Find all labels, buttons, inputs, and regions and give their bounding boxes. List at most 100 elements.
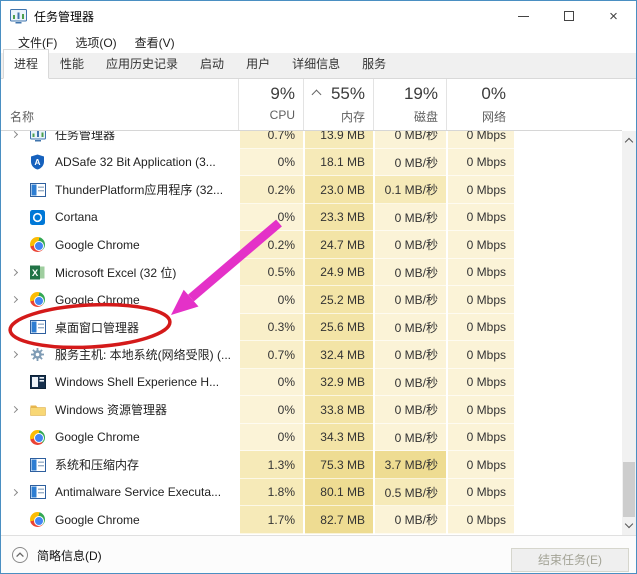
column-header-network[interactable]: 0% 网络 — [446, 79, 514, 130]
expand-chevron-icon[interactable] — [6, 352, 22, 357]
tab-details[interactable]: 详细信息 — [281, 49, 351, 79]
scroll-down-button[interactable] — [622, 518, 636, 533]
process-name-cell: Google Chrome — [1, 506, 238, 534]
tab-performance[interactable]: 性能 — [49, 49, 95, 79]
network-cell: 0 Mbps — [446, 231, 514, 259]
process-name-cell: Windows Shell Experience H... — [1, 369, 238, 397]
process-name: Windows Shell Experience H... — [55, 375, 219, 389]
shield-icon: A — [29, 154, 46, 171]
process-name: Antimalware Service Executa... — [55, 485, 221, 499]
process-row[interactable]: Cortana 0% 23.3 MB 0 MB/秒 0 Mbps — [1, 204, 622, 232]
cpu-cell: 0.2% — [238, 176, 303, 204]
process-row[interactable]: X Microsoft Excel (32 位) 0.5% 24.9 MB 0 … — [1, 259, 622, 287]
column-header-cpu[interactable]: 9% CPU — [238, 79, 303, 130]
process-row-highlighted[interactable]: 桌面窗口管理器 0.3% 25.6 MB 0 MB/秒 0 Mbps — [1, 314, 622, 342]
expand-chevron-icon[interactable] — [6, 297, 22, 302]
process-name-cell: Google Chrome — [1, 424, 238, 452]
expand-chevron-icon[interactable] — [6, 132, 22, 137]
process-row[interactable]: 任务管理器 0.7% 13.9 MB 0 MB/秒 0 Mbps — [1, 131, 622, 149]
process-row[interactable]: ThunderPlatform应用程序 (32... 0.2% 23.0 MB … — [1, 176, 622, 204]
maximize-button[interactable] — [546, 1, 591, 31]
tab-app-history[interactable]: 应用历史记录 — [95, 49, 189, 79]
disk-cell: 3.7 MB/秒 — [373, 451, 446, 479]
tab-processes[interactable]: 进程 — [3, 49, 49, 79]
tab-startup[interactable]: 启动 — [189, 49, 235, 79]
network-cell: 0 Mbps — [446, 424, 514, 452]
process-list: 任务管理器 0.7% 13.9 MB 0 MB/秒 0 Mbps A ADSaf… — [1, 131, 622, 535]
column-header-name[interactable]: 名称 — [1, 79, 238, 130]
expand-chevron-icon[interactable] — [6, 490, 22, 495]
process-row[interactable]: Windows Shell Experience H... 0% 32.9 MB… — [1, 369, 622, 397]
memory-cell: 34.3 MB — [303, 424, 373, 452]
process-row[interactable]: Google Chrome 0% 34.3 MB 0 MB/秒 0 Mbps — [1, 424, 622, 452]
process-name: Google Chrome — [55, 430, 140, 444]
disk-cell: 0.5 MB/秒 — [373, 479, 446, 507]
column-header-memory[interactable]: 55% 内存 — [303, 79, 373, 130]
network-cell: 0 Mbps — [446, 396, 514, 424]
memory-cell: 80.1 MB — [303, 479, 373, 507]
cpu-cell: 1.8% — [238, 479, 303, 507]
network-total-percent: 0% — [481, 84, 506, 104]
minimize-button[interactable] — [501, 1, 546, 31]
tab-services[interactable]: 服务 — [351, 49, 397, 79]
process-name-cell: X Microsoft Excel (32 位) — [1, 259, 238, 287]
disk-cell: 0 MB/秒 — [373, 259, 446, 287]
vertical-scrollbar[interactable] — [622, 131, 636, 535]
process-row[interactable]: Antimalware Service Executa... 1.8% 80.1… — [1, 479, 622, 507]
network-cell: 0 Mbps — [446, 369, 514, 397]
process-row[interactable]: Google Chrome 0% 25.2 MB 0 MB/秒 0 Mbps — [1, 286, 622, 314]
cpu-cell: 0.2% — [238, 231, 303, 259]
process-name-cell: A ADSafe 32 Bit Application (3... — [1, 149, 238, 177]
process-name-cell: 服务主机: 本地系统(网络受限) (... — [1, 341, 238, 369]
window-icon — [29, 181, 46, 198]
process-row[interactable]: 系统和压缩内存 1.3% 75.3 MB 3.7 MB/秒 0 Mbps — [1, 451, 622, 479]
task-manager-icon — [29, 131, 46, 143]
process-name: Google Chrome — [55, 513, 140, 527]
scroll-up-button[interactable] — [622, 133, 636, 148]
process-name-cell: 任务管理器 — [1, 131, 238, 149]
task-manager-app-icon — [10, 9, 27, 24]
disk-total-percent: 19% — [404, 84, 438, 104]
column-headers: 名称 9% CPU 55% 内存 19% 磁盘 0% 网络 — [1, 79, 622, 131]
cpu-cell: 0.3% — [238, 314, 303, 342]
window-icon — [29, 319, 46, 336]
disk-cell: 0 MB/秒 — [373, 149, 446, 177]
network-cell: 0 Mbps — [446, 149, 514, 177]
process-row[interactable]: 服务主机: 本地系统(网络受限) (... 0.7% 32.4 MB 0 MB/… — [1, 341, 622, 369]
minimize-icon — [518, 16, 529, 17]
process-name: Google Chrome — [55, 293, 140, 307]
end-task-button[interactable]: 结束任务(E) — [511, 548, 629, 572]
memory-total-percent: 55% — [331, 84, 365, 104]
scrollbar-thumb[interactable] — [623, 462, 635, 517]
memory-cell: 82.7 MB — [303, 506, 373, 534]
process-name: Windows 资源管理器 — [55, 401, 167, 418]
title-bar: 任务管理器 × — [1, 1, 636, 31]
fewer-details-toggle[interactable]: 简略信息(D) — [11, 546, 102, 564]
process-name: 系统和压缩内存 — [55, 456, 139, 473]
expand-chevron-icon[interactable] — [6, 270, 22, 275]
window-icon — [29, 456, 46, 473]
memory-cell: 23.3 MB — [303, 204, 373, 232]
process-name-cell: 系统和压缩内存 — [1, 451, 238, 479]
process-row[interactable]: Google Chrome 0.2% 24.7 MB 0 MB/秒 0 Mbps — [1, 231, 622, 259]
disk-cell: 0 MB/秒 — [373, 204, 446, 232]
process-row[interactable]: Google Chrome 1.7% 82.7 MB 0 MB/秒 0 Mbps — [1, 506, 622, 534]
process-name: 任务管理器 — [55, 131, 115, 143]
svg-text:X: X — [32, 268, 39, 279]
memory-cell: 32.9 MB — [303, 369, 373, 397]
chrome-icon — [29, 511, 46, 528]
process-row[interactable]: Windows 资源管理器 0% 33.8 MB 0 MB/秒 0 Mbps — [1, 396, 622, 424]
tab-users[interactable]: 用户 — [235, 49, 281, 79]
fewer-details-label: 简略信息(D) — [37, 547, 102, 564]
cpu-cell: 1.7% — [238, 506, 303, 534]
process-row[interactable]: A ADSafe 32 Bit Application (3... 0% 18.… — [1, 149, 622, 177]
memory-cell: 24.9 MB — [303, 259, 373, 287]
excel-icon: X — [29, 264, 46, 281]
shell-icon — [29, 374, 46, 391]
network-cell: 0 Mbps — [446, 286, 514, 314]
collapse-circle-icon — [11, 546, 29, 564]
network-cell: 0 Mbps — [446, 131, 514, 149]
close-button[interactable]: × — [591, 1, 636, 31]
column-header-disk[interactable]: 19% 磁盘 — [373, 79, 446, 130]
expand-chevron-icon[interactable] — [6, 407, 22, 412]
